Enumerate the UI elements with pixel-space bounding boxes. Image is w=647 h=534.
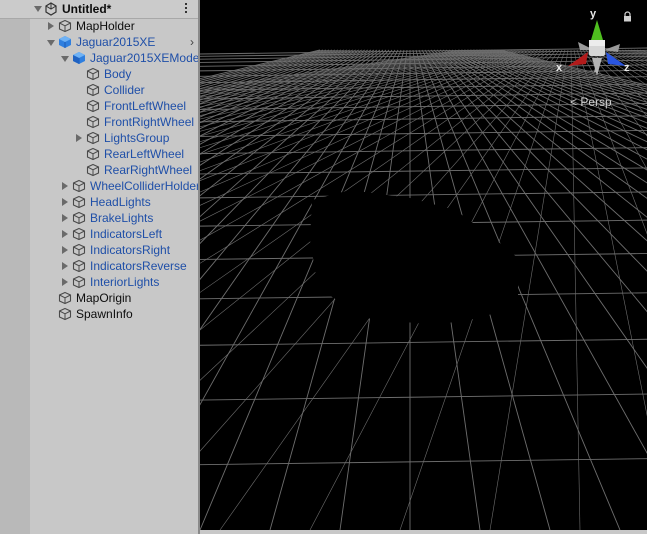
- collapsed-arrow-icon[interactable]: [76, 134, 82, 142]
- model-prefab-icon: [73, 52, 85, 64]
- gizmo-z-label: z: [624, 62, 630, 74]
- hierarchy-item-label: InteriorLights: [90, 275, 160, 289]
- hierarchy-item-label: IndicatorsReverse: [90, 259, 187, 273]
- gameobject-icon: [58, 307, 72, 321]
- open-prefab-chevron-icon[interactable]: ›: [190, 36, 194, 48]
- hierarchy-item[interactable]: MapHolder: [0, 18, 198, 34]
- hierarchy-item-label: WheelColliderHolder: [90, 179, 198, 193]
- collapsed-arrow-icon[interactable]: [62, 214, 68, 222]
- hierarchy-item-label: Jaguar2015XE: [76, 35, 156, 49]
- hierarchy-item-label: IndicatorsRight: [90, 243, 171, 257]
- hierarchy-item-label: Jaguar2015XEModel: [90, 51, 198, 65]
- hierarchy-item[interactable]: FrontLeftWheel: [0, 98, 198, 114]
- hierarchy-item-label: Body: [104, 67, 132, 81]
- hierarchy-item-label: RearRightWheel: [104, 163, 193, 177]
- hierarchy-item[interactable]: LightsGroup: [0, 130, 198, 146]
- projection-label: Persp: [580, 95, 612, 109]
- hierarchy-item[interactable]: HeadLights: [0, 194, 198, 210]
- scene-title: Untitled*: [62, 2, 112, 16]
- hierarchy-item-label: FrontLeftWheel: [104, 99, 187, 113]
- hierarchy-item[interactable]: FrontRightWheel: [0, 114, 198, 130]
- gameobject-icon: [58, 19, 72, 33]
- scene-foldout-arrow[interactable]: [34, 6, 42, 12]
- gameobject-icon: [86, 147, 100, 161]
- hierarchy-item[interactable]: RearRightWheel: [0, 162, 198, 178]
- gameobject-icon: [86, 163, 100, 177]
- hierarchy-item-label: MapHolder: [76, 19, 135, 33]
- hierarchy-item[interactable]: RearLeftWheel: [0, 146, 198, 162]
- hierarchy-item-label: IndicatorsLeft: [90, 227, 163, 241]
- hierarchy-item[interactable]: IndicatorsLeft: [0, 226, 198, 242]
- lock-icon[interactable]: [623, 11, 632, 22]
- gameobject-icon: [72, 195, 86, 209]
- gameobject-icon: [72, 211, 86, 225]
- collapsed-arrow-icon[interactable]: [62, 246, 68, 254]
- scene-view[interactable]: y x z < Persp: [200, 0, 647, 530]
- chevron-left-icon: <: [570, 95, 578, 109]
- hierarchy-item[interactable]: IndicatorsRight: [0, 242, 198, 258]
- gameobject-icon: [86, 67, 100, 81]
- prefab-icon: [59, 36, 71, 48]
- expanded-arrow-icon[interactable]: [47, 40, 55, 46]
- hierarchy-item-label: MapOrigin: [76, 291, 132, 305]
- gameobject-icon: [72, 227, 86, 241]
- gameobject-icon: [86, 131, 100, 145]
- unity-scene-icon: [45, 2, 57, 16]
- collapsed-arrow-icon[interactable]: [62, 182, 68, 190]
- hierarchy-item-label: Collider: [104, 83, 145, 97]
- hierarchy-item[interactable]: Jaguar2015XEModel: [0, 50, 198, 66]
- gameobject-icon: [58, 291, 72, 305]
- hierarchy-panel: Untitled* MapHolder Jaguar2015XE › Jaguar20…: [0, 0, 198, 534]
- hierarchy-item[interactable]: IndicatorsReverse: [0, 258, 198, 274]
- hierarchy-item[interactable]: SpawnInfo: [0, 306, 198, 322]
- gameobject-icon: [72, 243, 86, 257]
- hierarchy-item-label: HeadLights: [90, 195, 151, 209]
- projection-toggle[interactable]: < Persp: [570, 95, 612, 109]
- scene-menu-icon[interactable]: [182, 1, 190, 17]
- collapsed-arrow-icon[interactable]: [62, 278, 68, 286]
- collapsed-arrow-icon[interactable]: [48, 22, 54, 30]
- hierarchy-item[interactable]: BrakeLights: [0, 210, 198, 226]
- gameobject-icon: [72, 259, 86, 273]
- hierarchy-item[interactable]: WheelColliderHolder: [0, 178, 198, 194]
- hierarchy-item-label: RearLeftWheel: [104, 147, 185, 161]
- gizmo-x-label: x: [556, 62, 563, 74]
- gameobject-icon: [72, 275, 86, 289]
- hierarchy-item[interactable]: Collider: [0, 82, 198, 98]
- hierarchy-item[interactable]: MapOrigin: [0, 290, 198, 306]
- hierarchy-item[interactable]: InteriorLights: [0, 274, 198, 290]
- hierarchy-item-label: LightsGroup: [104, 131, 170, 145]
- collapsed-arrow-icon[interactable]: [62, 230, 68, 238]
- scene-view-bottom-border: [200, 530, 647, 534]
- hierarchy-item-label: FrontRightWheel: [104, 115, 195, 129]
- expanded-arrow-icon[interactable]: [61, 56, 69, 62]
- gameobject-icon: [86, 115, 100, 129]
- gameobject-icon: [86, 83, 100, 97]
- hierarchy-item[interactable]: Jaguar2015XE ›: [0, 34, 198, 50]
- scene-header-row[interactable]: Untitled*: [0, 0, 198, 19]
- hierarchy-item-label: BrakeLights: [90, 211, 154, 225]
- hierarchy-item-label: SpawnInfo: [76, 307, 133, 321]
- hierarchy-item[interactable]: Body: [0, 66, 198, 82]
- collapsed-arrow-icon[interactable]: [62, 262, 68, 270]
- gameobject-icon: [72, 179, 86, 193]
- gameobject-icon: [86, 99, 100, 113]
- gizmo-y-label: y: [590, 8, 597, 20]
- collapsed-arrow-icon[interactable]: [62, 198, 68, 206]
